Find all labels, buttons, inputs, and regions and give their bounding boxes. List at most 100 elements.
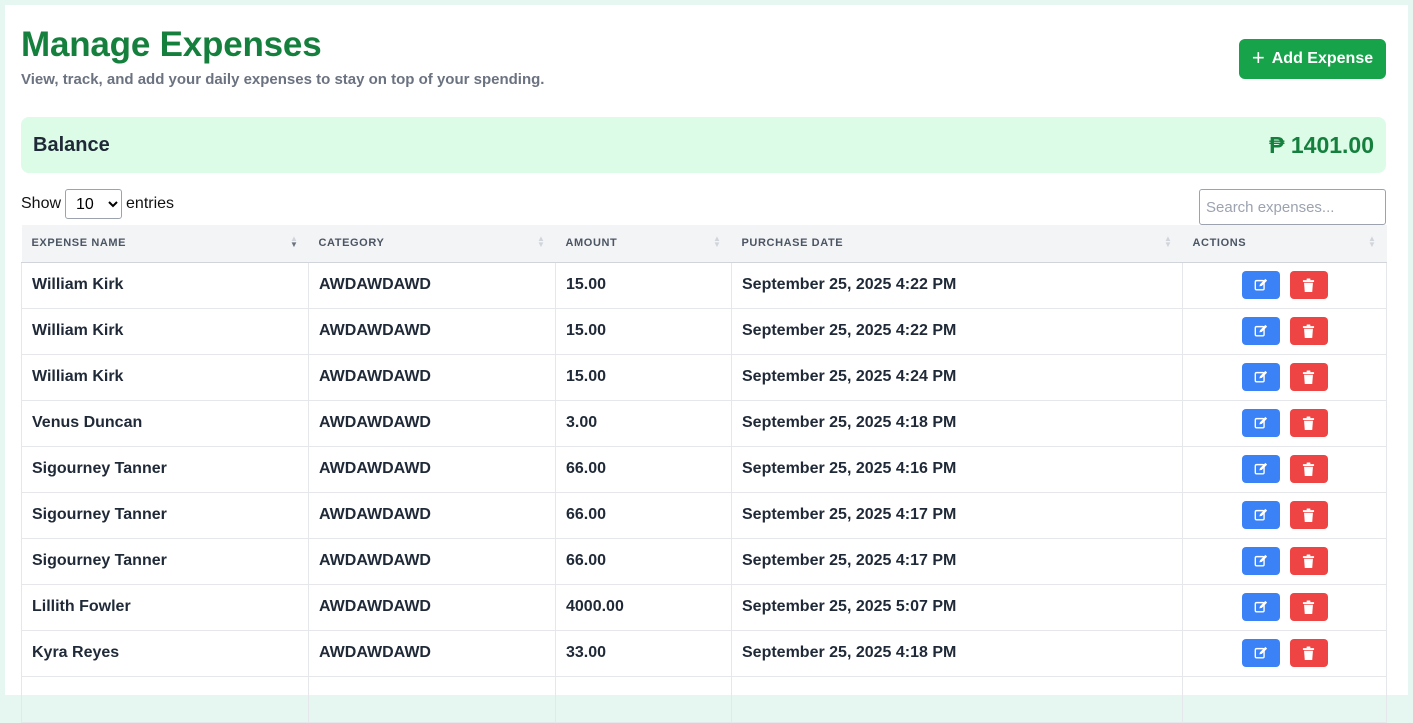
row-actions xyxy=(1241,593,1328,621)
add-expense-button[interactable]: + Add Expense xyxy=(1239,39,1386,79)
page-title: Manage Expenses xyxy=(21,25,322,64)
trash-icon xyxy=(1302,646,1315,661)
cell-category: AWDAWDAWD xyxy=(308,353,556,401)
page-size-select[interactable]: 10 xyxy=(65,189,123,219)
delete-button[interactable] xyxy=(1289,593,1328,621)
row-actions xyxy=(1241,547,1328,575)
trash-icon xyxy=(1302,278,1315,293)
edit-button[interactable] xyxy=(1241,317,1280,345)
trash-icon xyxy=(1302,554,1315,569)
edit-icon xyxy=(1254,600,1268,614)
cell-expense-name: Sigourney Tanner xyxy=(21,445,309,493)
cell-actions xyxy=(1182,537,1387,585)
cell-purchase-date: September 25, 2025 4:24 PM xyxy=(731,353,1183,401)
edit-button[interactable] xyxy=(1241,409,1280,437)
page-size-control: Show 10 entries xyxy=(21,189,174,219)
cell-actions xyxy=(1182,629,1387,677)
cell-purchase-date: September 25, 2025 4:22 PM xyxy=(731,261,1183,309)
show-label: Show xyxy=(21,195,62,212)
column-label: CATEGORY xyxy=(318,237,385,250)
edit-button[interactable] xyxy=(1241,501,1280,529)
table-row: William Kirk AWDAWDAWD 15.00 September 25, … xyxy=(21,307,1387,355)
cell-actions xyxy=(1182,307,1387,355)
trash-icon xyxy=(1302,508,1315,523)
edit-icon xyxy=(1254,324,1268,338)
cell-purchase-date: September 25, 2025 4:17 PM xyxy=(731,491,1183,539)
cell-category: AWDAWDAWD xyxy=(308,445,556,493)
expenses-table: EXPENSE NAME ▲ ▼ CATEGORY ▲ ▼ AMOUNT ▲ ▼ PURCH… xyxy=(21,225,1387,723)
delete-button[interactable] xyxy=(1289,547,1328,575)
table-row: William Kirk AWDAWDAWD 15.00 September 25, … xyxy=(21,353,1387,401)
cell-expense-name: Sigourney Tanner xyxy=(21,491,309,539)
table-row: Sigourney Tanner AWDAWDAWD 66.00 September … xyxy=(21,491,1387,539)
delete-button[interactable] xyxy=(1289,409,1328,437)
edit-icon xyxy=(1254,508,1268,522)
delete-button[interactable] xyxy=(1289,363,1328,391)
cell-expense-name: Lillith Fowler xyxy=(21,583,309,631)
delete-button[interactable] xyxy=(1289,639,1328,667)
edit-button[interactable] xyxy=(1241,639,1280,667)
search-input[interactable] xyxy=(1199,189,1386,225)
entries-label: entries xyxy=(126,195,175,212)
delete-button[interactable] xyxy=(1289,455,1328,483)
page-panel: Manage Expenses View, track, and add you… xyxy=(5,5,1408,723)
cell-expense-name: William Kirk xyxy=(21,353,309,401)
edit-button[interactable] xyxy=(1241,271,1280,299)
table-body: William Kirk AWDAWDAWD 15.00 September 25, … xyxy=(21,261,1387,723)
edit-button[interactable] xyxy=(1241,547,1280,575)
delete-button[interactable] xyxy=(1289,271,1328,299)
sort-icon: ▲ ▼ xyxy=(1163,234,1173,249)
column-amount[interactable]: AMOUNT ▲ ▼ xyxy=(555,225,732,263)
trash-icon xyxy=(1302,600,1315,615)
column-actions[interactable]: ACTIONS ▲ ▼ xyxy=(1182,225,1387,263)
delete-button[interactable] xyxy=(1289,501,1328,529)
column-category[interactable]: CATEGORY ▲ ▼ xyxy=(308,225,556,263)
trash-icon xyxy=(1302,462,1315,477)
cell-amount: 66.00 xyxy=(555,445,732,493)
table-row: Sigourney Tanner AWDAWDAWD 66.00 September … xyxy=(21,537,1387,585)
column-label: PURCHASE DATE xyxy=(741,237,844,250)
cell-amount: 4000.00 xyxy=(555,583,732,631)
cell-amount: 66.00 xyxy=(555,537,732,585)
cell-purchase-date: September 25, 2025 4:18 PM xyxy=(731,629,1183,677)
column-purchase-date[interactable]: PURCHASE DATE ▲ ▼ xyxy=(731,225,1183,263)
cell-expense-name: William Kirk xyxy=(21,307,309,355)
plus-icon: + xyxy=(1251,45,1265,70)
cell-category: AWDAWDAWD xyxy=(308,261,556,309)
row-actions xyxy=(1241,317,1328,345)
cell-purchase-date: September 25, 2025 4:17 PM xyxy=(731,537,1183,585)
row-actions xyxy=(1241,501,1328,529)
cell-expense-name: William Kirk xyxy=(21,261,309,309)
edit-button[interactable] xyxy=(1241,593,1280,621)
cell-expense-name: Kyra Reyes xyxy=(21,629,309,677)
cell-category: AWDAWDAWD xyxy=(308,399,556,447)
table-row: William Kirk AWDAWDAWD 15.00 September 25, … xyxy=(21,261,1387,309)
cell-amount: 15.00 xyxy=(555,307,732,355)
edit-icon xyxy=(1254,278,1268,292)
row-actions xyxy=(1241,455,1328,483)
edit-icon xyxy=(1254,646,1268,660)
delete-button[interactable] xyxy=(1289,317,1328,345)
column-label: EXPENSE NAME xyxy=(31,237,127,250)
cell-category: AWDAWDAWD xyxy=(308,629,556,677)
sort-icon: ▲ ▼ xyxy=(712,234,722,249)
sort-icon: ▲ ▼ xyxy=(1367,234,1377,249)
edit-button[interactable] xyxy=(1241,455,1280,483)
column-label: ACTIONS xyxy=(1192,237,1247,250)
edit-button[interactable] xyxy=(1241,363,1280,391)
column-label: AMOUNT xyxy=(565,237,618,250)
cell-actions xyxy=(1182,353,1387,401)
cell-amount: 15.00 xyxy=(555,261,732,309)
column-expense-name[interactable]: EXPENSE NAME ▲ ▼ xyxy=(21,225,309,263)
row-actions xyxy=(1241,639,1328,667)
row-actions xyxy=(1241,271,1328,299)
balance-label: Balance xyxy=(33,133,110,156)
balance-card: Balance ₱ 1401.00 xyxy=(21,117,1386,173)
cell-amount: 66.00 xyxy=(555,491,732,539)
edit-icon xyxy=(1254,462,1268,476)
cell-category: AWDAWDAWD xyxy=(308,491,556,539)
table-row: Kyra Reyes AWDAWDAWD 33.00 September 25, 20… xyxy=(21,629,1387,677)
table-row: Venus Duncan AWDAWDAWD 3.00 September 25, 2… xyxy=(21,399,1387,447)
cell-expense-name: Sigourney Tanner xyxy=(21,537,309,585)
cell-actions xyxy=(1182,491,1387,539)
